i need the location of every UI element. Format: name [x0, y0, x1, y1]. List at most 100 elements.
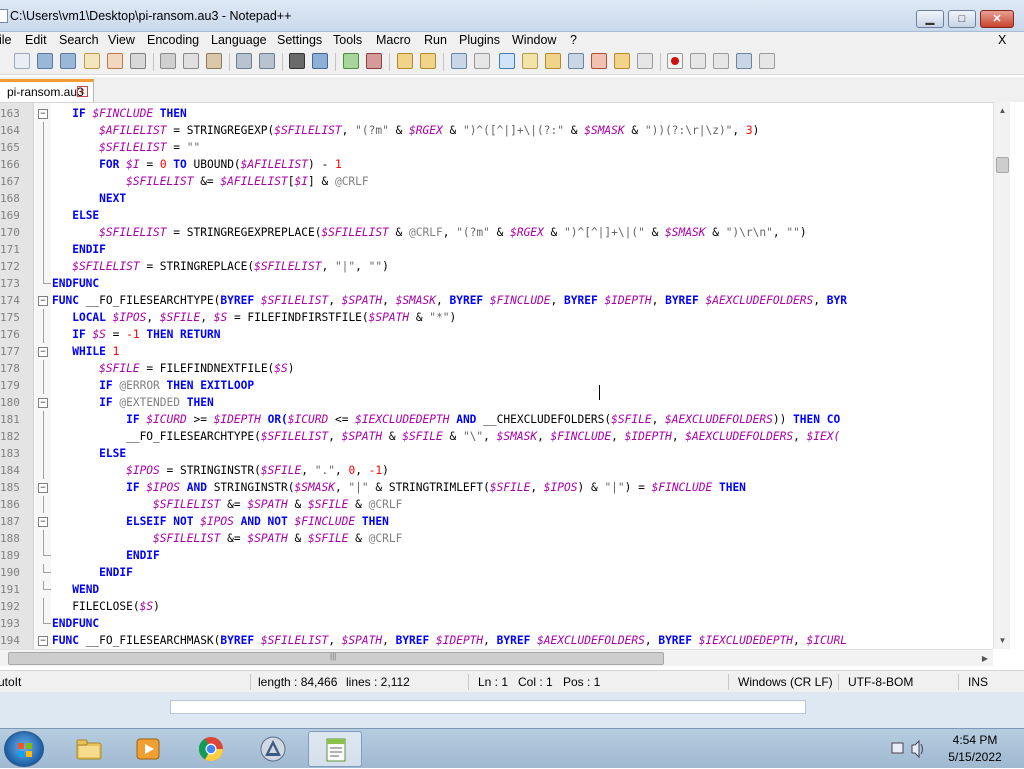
- code-line[interactable]: 179 IF @ERROR THEN EXITLOOP: [0, 377, 1010, 394]
- paste-icon[interactable]: [206, 53, 222, 69]
- taskbar-autoit[interactable]: [246, 731, 300, 767]
- zoom-out-icon[interactable]: [366, 53, 382, 69]
- code-line[interactable]: 168 NEXT: [0, 190, 1010, 207]
- close-document-x[interactable]: X: [998, 32, 1006, 48]
- menu-encoding[interactable]: Encoding: [147, 32, 199, 49]
- cut-icon[interactable]: [160, 53, 176, 69]
- minimize-button[interactable]: ▁: [916, 10, 944, 28]
- code-line[interactable]: 184 $IPOS = STRINGINSTR($SFILE, ".", 0, …: [0, 462, 1010, 479]
- replace-icon[interactable]: [312, 53, 328, 69]
- menu-edit[interactable]: Edit: [25, 32, 47, 49]
- folder-workspace-icon[interactable]: [614, 53, 630, 69]
- new-file-icon[interactable]: [14, 53, 30, 69]
- vertical-scroll-thumb[interactable]: [996, 157, 1009, 173]
- code-line[interactable]: 193 ENDFUNC: [0, 615, 1010, 632]
- maximize-button[interactable]: □: [948, 10, 976, 28]
- code-line[interactable]: 190 ENDIF: [0, 564, 1010, 581]
- scroll-up-arrow-icon[interactable]: ▲: [994, 102, 1011, 119]
- code-line[interactable]: 174 − FUNC __FO_FILESEARCHTYPE(BYREF $SFIL…: [0, 292, 1010, 309]
- document-map-icon[interactable]: [545, 53, 561, 69]
- fold-toggle-icon[interactable]: −: [38, 483, 48, 493]
- code-line[interactable]: 189 ENDIF: [0, 547, 1010, 564]
- code-line[interactable]: 188 $SFILELIST &= $SPATH & $SFILE & @CRL…: [0, 530, 1010, 547]
- code-line[interactable]: 164 $AFILELIST = STRINGREGEXP($SFILELIST…: [0, 122, 1010, 139]
- close-tab-icon[interactable]: x: [77, 86, 88, 97]
- code-line[interactable]: 169 ELSE: [0, 207, 1010, 224]
- code-line[interactable]: 182 __FO_FILESEARCHTYPE($SFILELIST, $SPA…: [0, 428, 1010, 445]
- taskbar-notepadpp[interactable]: [308, 731, 362, 767]
- save-macro-icon[interactable]: [759, 53, 775, 69]
- code-line[interactable]: 165 $SFILELIST = "": [0, 139, 1010, 156]
- close-file-icon[interactable]: [84, 53, 100, 69]
- code-line[interactable]: 187 − ELSEIF NOT $IPOS AND NOT $FINCLUDE …: [0, 513, 1010, 530]
- fold-toggle-icon[interactable]: −: [38, 517, 48, 527]
- code-line[interactable]: 180 − IF @EXTENDED THEN: [0, 394, 1010, 411]
- sync-vertical-icon[interactable]: [397, 53, 413, 69]
- record-macro-icon[interactable]: [667, 53, 683, 69]
- close-window-button[interactable]: ✕: [980, 10, 1014, 28]
- taskbar-file-explorer[interactable]: [62, 731, 116, 767]
- menu-plugins[interactable]: Plugins: [459, 32, 500, 49]
- code-line[interactable]: 166 FOR $I = 0 TO UBOUND($AFILELIST) - 1: [0, 156, 1010, 173]
- horizontal-scrollbar[interactable]: ||| ▶: [0, 649, 993, 666]
- word-wrap-icon[interactable]: [451, 53, 467, 69]
- menu-run[interactable]: Run: [424, 32, 447, 49]
- taskbar-media-player[interactable]: [121, 731, 175, 767]
- menu-search[interactable]: Search: [59, 32, 99, 49]
- code-line[interactable]: 170 $SFILELIST = STRINGREGEXPREPLACE($SF…: [0, 224, 1010, 241]
- tab-pi-ransom[interactable]: pi-ransom.au3 x: [0, 79, 94, 102]
- fold-toggle-icon[interactable]: −: [38, 296, 48, 306]
- menu-help[interactable]: ?: [570, 32, 577, 49]
- run-macro-multiple-icon[interactable]: [736, 53, 752, 69]
- menu-view[interactable]: View: [108, 32, 135, 49]
- function-list-icon[interactable]: [591, 53, 607, 69]
- code-line[interactable]: 171 ENDIF: [0, 241, 1010, 258]
- code-line[interactable]: 178 $SFILE = FILEFINDNEXTFILE($S): [0, 360, 1010, 377]
- code-line[interactable]: 172 $SFILELIST = STRINGREPLACE($SFILELIS…: [0, 258, 1010, 275]
- show-all-characters-icon[interactable]: [474, 53, 490, 69]
- fold-toggle-icon[interactable]: −: [38, 347, 48, 357]
- close-all-icon[interactable]: [107, 53, 123, 69]
- print-icon[interactable]: [130, 53, 146, 69]
- save-icon[interactable]: [37, 53, 53, 69]
- menu-settings[interactable]: Settings: [277, 32, 322, 49]
- copy-icon[interactable]: [183, 53, 199, 69]
- code-editor[interactable]: 163 − IF $FINCLUDE THEN 164 $AFILELIST = S…: [0, 102, 1010, 649]
- language-udl-icon[interactable]: [522, 53, 538, 69]
- zoom-in-icon[interactable]: [343, 53, 359, 69]
- menu-window[interactable]: Window: [512, 32, 556, 49]
- redo-icon[interactable]: [259, 53, 275, 69]
- menu-tools[interactable]: Tools: [333, 32, 362, 49]
- taskbar-chrome[interactable]: [184, 731, 238, 767]
- code-line[interactable]: 185 − IF $IPOS AND STRINGINSTR($SMASK, "|…: [0, 479, 1010, 496]
- code-line[interactable]: 191 WEND: [0, 581, 1010, 598]
- scroll-down-arrow-icon[interactable]: ▼: [994, 632, 1011, 649]
- code-line[interactable]: 177 − WHILE 1: [0, 343, 1010, 360]
- find-icon[interactable]: [289, 53, 305, 69]
- code-line[interactable]: 173 ENDFUNC: [0, 275, 1010, 292]
- menu-language[interactable]: Language: [211, 32, 267, 49]
- system-clock[interactable]: 4:54 PM 5/15/2022: [930, 732, 1020, 766]
- code-line[interactable]: 194 − FUNC __FO_FILESEARCHMASK(BYREF $SFIL…: [0, 632, 1010, 649]
- fold-toggle-icon[interactable]: −: [38, 398, 48, 408]
- save-all-icon[interactable]: [60, 53, 76, 69]
- document-list-icon[interactable]: [568, 53, 584, 69]
- fold-toggle-icon[interactable]: −: [38, 636, 48, 646]
- sync-horizontal-icon[interactable]: [420, 53, 436, 69]
- fold-toggle-icon[interactable]: −: [38, 109, 48, 119]
- code-line[interactable]: 167 $SFILELIST &= $AFILELIST[$I] & @CRLF: [0, 173, 1010, 190]
- vertical-scrollbar[interactable]: ▲ ▼: [993, 102, 1010, 649]
- start-button[interactable]: [4, 731, 44, 767]
- monitoring-eye-icon[interactable]: [637, 53, 653, 69]
- code-line[interactable]: 181 IF $ICURD >= $IDEPTH OR($ICURD <= $I…: [0, 411, 1010, 428]
- indent-guide-icon[interactable]: [499, 53, 515, 69]
- code-line[interactable]: 163 − IF $FINCLUDE THEN: [0, 105, 1010, 122]
- tray-icons[interactable]: [888, 729, 928, 769]
- playback-macro-icon[interactable]: [713, 53, 729, 69]
- code-line[interactable]: 186 $SFILELIST &= $SPATH & $SFILE & @CRL…: [0, 496, 1010, 513]
- menu-macro[interactable]: Macro: [376, 32, 411, 49]
- menu-file[interactable]: ile: [0, 32, 12, 49]
- scroll-right-arrow-icon[interactable]: ▶: [978, 650, 992, 667]
- code-line[interactable]: 183 ELSE: [0, 445, 1010, 462]
- code-line[interactable]: 192 FILECLOSE($S): [0, 598, 1010, 615]
